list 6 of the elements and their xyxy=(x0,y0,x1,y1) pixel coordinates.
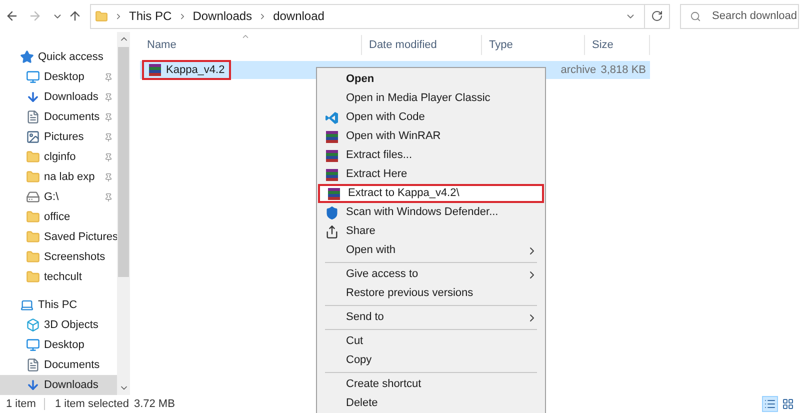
selection-size: 3.72 MB xyxy=(134,396,175,412)
item-count: 1 item xyxy=(6,396,36,412)
file-size-cell-text: 3,818 KB xyxy=(600,62,646,78)
file-name-cell: Kappa_v4.2 xyxy=(142,60,231,80)
file-type-cell-text: archive xyxy=(560,62,596,78)
selection-count: 1 item selected xyxy=(54,396,129,412)
